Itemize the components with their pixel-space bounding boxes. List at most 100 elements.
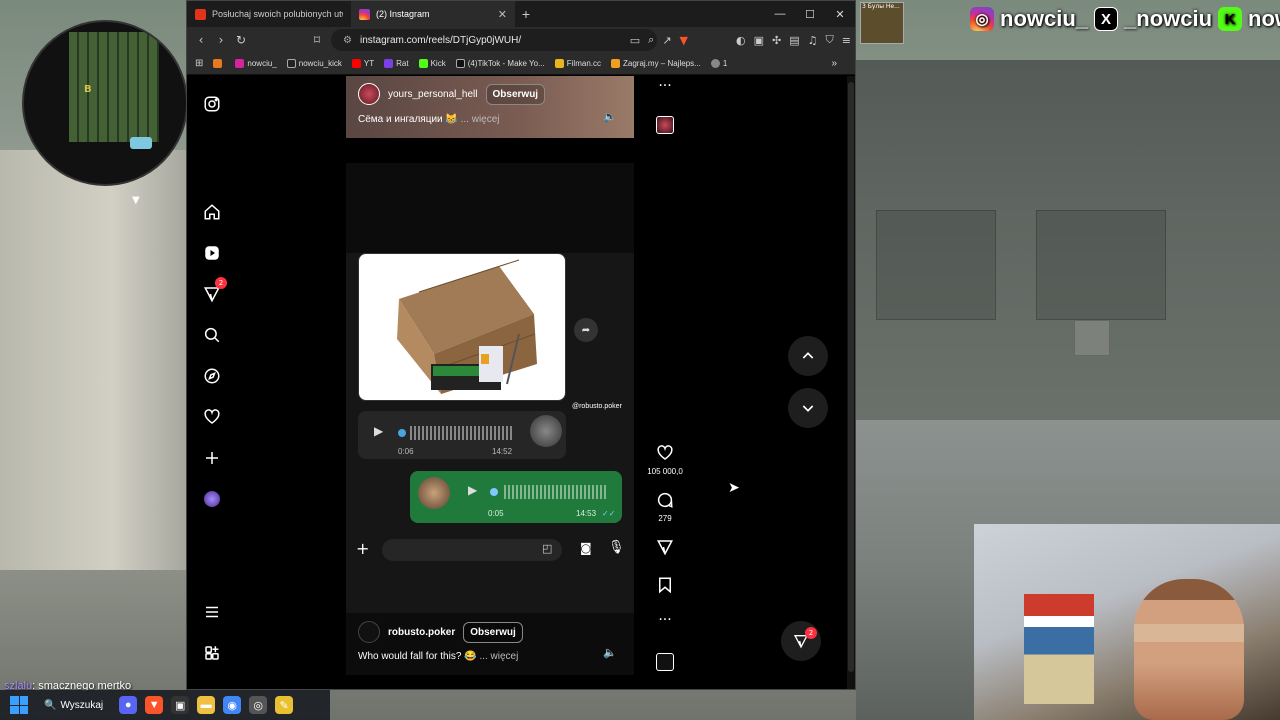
extensions-icon[interactable]: ✣ <box>772 34 781 47</box>
messages-fab[interactable]: 2 <box>781 621 821 661</box>
bookmark-item[interactable]: Filman.cc <box>554 59 601 68</box>
mouse-cursor-icon: ➤ <box>728 480 740 496</box>
save-icon[interactable] <box>653 576 677 598</box>
extension-icon[interactable]: ◐ <box>736 34 746 47</box>
tab-spotify[interactable]: Posłuchaj swoich polubionych utwor <box>187 1 351 27</box>
close-window-icon[interactable]: ✕ <box>825 1 855 27</box>
audio-icon[interactable]: 🔈 <box>602 644 618 660</box>
app-icon[interactable]: ▣ <box>171 696 190 714</box>
stream-thumbnail: 3 Булы Не... <box>860 2 904 44</box>
search-icon[interactable] <box>201 324 223 346</box>
chrome-icon[interactable]: ◉ <box>223 696 242 714</box>
instagram-logo-icon: ◎ <box>970 7 994 31</box>
discord-icon[interactable]: ● <box>119 696 138 714</box>
bookmark-item[interactable]: 1 <box>710 59 727 68</box>
home-icon[interactable] <box>201 201 223 223</box>
audio-icon[interactable]: 🔈 <box>602 108 618 124</box>
like-icon[interactable] <box>653 444 677 466</box>
site-info-icon[interactable]: ⚙ <box>343 35 352 46</box>
follow-button[interactable]: Obserwuj <box>485 83 546 105</box>
messages-icon[interactable]: 2 <box>201 277 227 305</box>
caption-text: Who would fall for this? 😂 <box>358 651 477 662</box>
reel-username[interactable]: yours_personal_hell <box>388 89 478 100</box>
app-icon[interactable]: ✎ <box>275 696 294 714</box>
brave-icon[interactable]: ▼ <box>145 696 164 714</box>
heart-icon[interactable] <box>201 406 223 428</box>
zoom-icon[interactable]: ⌕ <box>648 33 654 47</box>
more-bookmarks-icon[interactable]: » <box>831 58 837 69</box>
bookmark-icon[interactable]: ⌑ <box>307 33 327 47</box>
notification-badge: 2 <box>215 277 227 289</box>
avatar[interactable] <box>358 83 380 105</box>
sender-avatar <box>530 415 562 447</box>
comment-count: 279 <box>658 514 672 523</box>
audio-thumbnail[interactable] <box>653 653 677 675</box>
file-explorer-icon[interactable]: ▬ <box>197 696 216 714</box>
bookmark-item[interactable]: nowciu_ <box>235 59 277 68</box>
bookmark-item[interactable]: YT <box>351 59 374 68</box>
url-field[interactable]: ⚙ instagram.com/reels/DTjGyp0jWUH/ <box>331 29 657 51</box>
new-tab-button[interactable]: + <box>515 6 537 22</box>
instagram-page: 2 yours_personal_hell Obserwuj Сёма и ин… <box>187 76 847 689</box>
bookmark-item[interactable]: Rat <box>384 59 409 68</box>
also-from-meta-icon[interactable] <box>201 642 223 664</box>
camera-icon: ◙ <box>580 541 592 555</box>
follow-button[interactable]: Obserwuj <box>463 621 523 643</box>
voice-progress-dot <box>490 488 498 496</box>
more-options-icon[interactable]: ··· <box>653 78 677 94</box>
menu-icon[interactable] <box>201 601 223 623</box>
more-link[interactable]: ... więcej <box>461 114 500 125</box>
share-icon[interactable] <box>653 538 677 560</box>
image-message <box>358 253 566 401</box>
bookmark-item[interactable]: Zagraj.my – Najleps... <box>611 59 701 68</box>
bookmark-item[interactable] <box>213 59 225 68</box>
profile-avatar[interactable] <box>201 488 223 510</box>
extension-icon[interactable]: ▣ <box>754 34 764 47</box>
previous-reel-button[interactable] <box>788 336 828 376</box>
voice-progress-dot <box>398 429 406 437</box>
reels-icon[interactable] <box>201 242 223 264</box>
audio-thumbnail[interactable] <box>653 116 677 138</box>
explore-icon[interactable] <box>201 365 223 387</box>
menu-icon[interactable]: ≡ <box>842 34 851 47</box>
bookmark-item[interactable]: nowciu_kick <box>286 59 342 68</box>
more-options-icon[interactable]: ··· <box>653 612 677 628</box>
instagram-logo-icon[interactable] <box>201 93 223 115</box>
bookmark-item[interactable]: (4)TikTok - Make Yo... <box>455 59 545 68</box>
minimap-direction-icon: ▼ <box>132 195 140 206</box>
page-scrollbar[interactable] <box>847 76 855 689</box>
brave-shields-icon[interactable]: ▼ <box>680 34 688 47</box>
chat-screenshot: ➦ @robusto.poker ▶ 0:06 14:52 ▶ 0:05 14:… <box>346 253 634 613</box>
tab-title: Posłuchaj swoich polubionych utwor <box>212 9 343 19</box>
media-icon[interactable]: ♫ <box>808 34 818 47</box>
maximize-icon[interactable]: ☐ <box>795 1 825 27</box>
apps-grid-icon[interactable]: ⊞ <box>195 58 203 69</box>
wallet-icon[interactable]: ▤ <box>789 34 799 47</box>
forward-icon[interactable]: › <box>211 33 231 47</box>
obs-icon[interactable]: ◎ <box>249 696 268 714</box>
tab-favicon-icon <box>195 8 206 20</box>
share-icon[interactable]: ↗ <box>662 34 671 47</box>
search-icon: 🔍 <box>44 699 57 711</box>
reel-username[interactable]: robusto.poker <box>388 627 455 638</box>
wall-relief-panel <box>876 210 996 320</box>
more-link[interactable]: ... więcej <box>479 651 518 662</box>
windows-start-icon[interactable] <box>10 696 28 714</box>
caption-text: Сёма и ингаляции 😹 <box>358 114 458 125</box>
reload-icon[interactable]: ↻ <box>231 33 251 47</box>
back-icon[interactable]: ‹ <box>191 33 211 47</box>
taskbar-search-label: Wyszukaj <box>60 699 104 711</box>
comment-icon[interactable] <box>653 491 677 513</box>
minimize-icon[interactable]: — <box>765 1 795 27</box>
previous-reel[interactable]: yours_personal_hell Obserwuj Сёма и инга… <box>346 76 634 138</box>
close-tab-icon[interactable]: ✕ <box>498 8 507 21</box>
next-reel-button[interactable] <box>788 388 828 428</box>
vpn-icon[interactable]: ⛉ <box>826 33 834 47</box>
cast-icon[interactable]: ▭ <box>630 34 640 47</box>
bookmark-item[interactable]: Kick <box>418 59 446 68</box>
avatar[interactable] <box>358 621 380 643</box>
current-reel[interactable]: ➦ @robusto.poker ▶ 0:06 14:52 ▶ 0:05 14:… <box>346 163 634 675</box>
tab-instagram[interactable]: (2) Instagram ✕ <box>351 1 515 27</box>
create-icon[interactable] <box>201 447 223 469</box>
taskbar-search[interactable]: 🔍 Wyszukaj <box>36 694 111 716</box>
